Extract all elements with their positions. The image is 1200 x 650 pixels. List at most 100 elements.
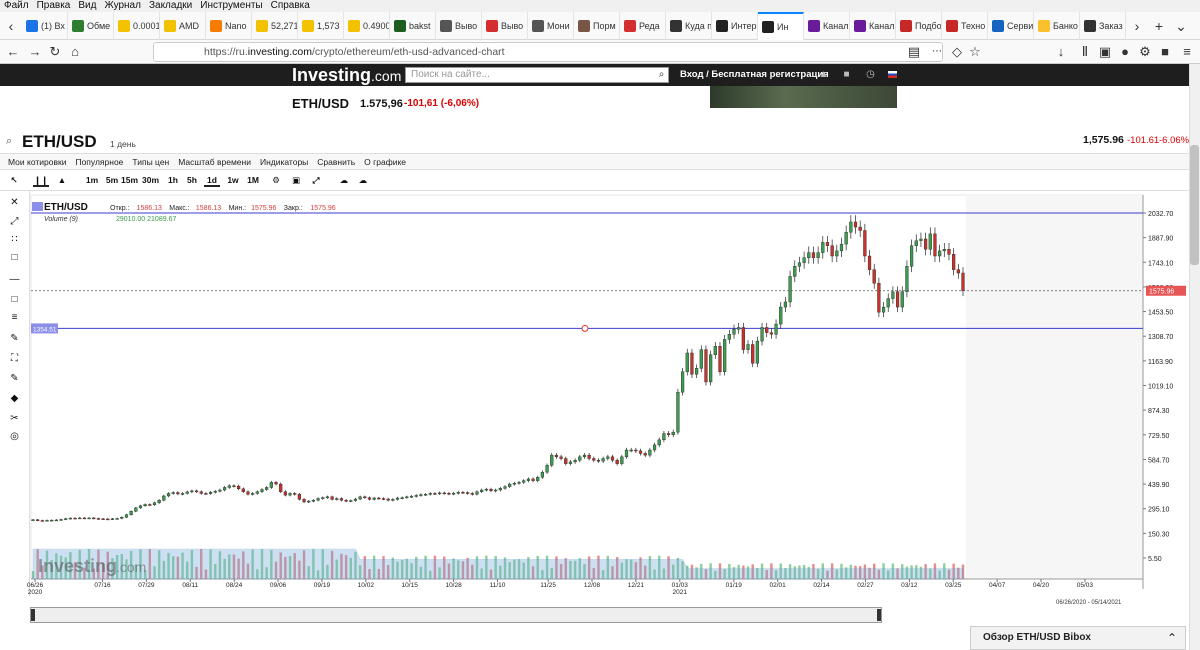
browser-tab[interactable]: Подбо: [896, 11, 942, 40]
browser-tab[interactable]: bakst: [390, 11, 436, 40]
timeframe-button[interactable]: 1d: [204, 173, 220, 187]
chart-menu-item[interactable]: Типы цен: [132, 154, 169, 169]
browser-tab[interactable]: AMD: [160, 11, 206, 40]
timeframe-button[interactable]: 15m: [121, 173, 138, 187]
browser-tab[interactable]: Ин: [758, 11, 804, 40]
clock-icon[interactable]: ◷: [865, 69, 876, 80]
timeframe-button[interactable]: 1m: [84, 173, 100, 187]
browser-tab[interactable]: (1) Вх: [22, 11, 68, 40]
browser-tab[interactable]: Nano: [206, 11, 252, 40]
browser-tab[interactable]: Реда: [620, 11, 666, 40]
browser-tab[interactable]: Мони: [528, 11, 574, 40]
browser-tab[interactable]: 1,573: [298, 11, 344, 40]
browser-tab[interactable]: 52,271: [252, 11, 298, 40]
hamburger-menu-icon[interactable]: ≡: [1178, 43, 1196, 61]
login-link[interactable]: Вход / Бесплатная регистрация: [680, 69, 829, 80]
browser-tab[interactable]: Канал: [804, 11, 850, 40]
menu-item[interactable]: Журнал: [104, 0, 141, 12]
reload-icon[interactable]: ↻: [46, 43, 64, 61]
browser-tab[interactable]: 0.0001: [114, 11, 160, 40]
chart-header: ⌕ ETH/USD 1 день 1,575.96 -101.61 -6.06%: [0, 132, 1200, 154]
cloud-upload-icon[interactable]: ☁: [338, 173, 350, 187]
candles-icon[interactable]: ❙❙: [33, 173, 49, 187]
chart-menu-item[interactable]: Популярное: [75, 154, 123, 169]
ad-image[interactable]: [710, 86, 897, 108]
chevron-up-icon[interactable]: ⌃: [1167, 627, 1177, 649]
browser-tab[interactable]: 0.4900: [344, 11, 390, 40]
chart-menu-item[interactable]: Масштаб времени: [178, 154, 251, 169]
search-icon[interactable]: ⌕: [656, 69, 667, 80]
extension2-icon[interactable]: ■: [1156, 43, 1174, 61]
scroller-handle-left[interactable]: [31, 609, 35, 621]
browser-tab[interactable]: Куда п: [666, 11, 712, 40]
timeframe-button[interactable]: 1M: [245, 173, 261, 187]
chart-menu-item[interactable]: О графике: [364, 154, 406, 169]
timeframe-button[interactable]: 30m: [142, 173, 159, 187]
site-search-input[interactable]: Поиск на сайте...: [405, 67, 669, 83]
timeframe-button[interactable]: 1h: [165, 173, 181, 187]
chart-menu-item[interactable]: Мои котировки: [8, 154, 66, 169]
browser-tab[interactable]: Интер: [712, 11, 758, 40]
timeframe-button[interactable]: 5h: [184, 173, 200, 187]
browser-tab[interactable]: Выво: [482, 11, 528, 40]
account-icon[interactable]: ●: [1116, 43, 1134, 61]
browser-tab[interactable]: Серви: [988, 11, 1034, 40]
symbol-search-icon[interactable]: ⌕: [6, 135, 12, 148]
tab-label: Куда п: [685, 20, 712, 31]
cloud-download-icon[interactable]: ☁: [357, 173, 369, 187]
reader-view-icon[interactable]: ▤: [905, 43, 923, 61]
menu-item[interactable]: Закладки: [149, 0, 192, 12]
timeframe-button[interactable]: 1w: [225, 173, 241, 187]
page-actions-icon[interactable]: ⋯: [928, 43, 946, 61]
bell-icon[interactable]: ▲: [818, 69, 829, 80]
x-tick-label: 12/08: [584, 582, 601, 589]
browser-tab[interactable]: Техно: [942, 11, 988, 40]
price-chart[interactable]: 2032.701887.901743.101598.301453.501308.…: [0, 191, 1189, 606]
camera-icon[interactable]: ▣: [290, 173, 302, 187]
russia-flag-icon[interactable]: [888, 71, 897, 78]
browser-tab[interactable]: Выво: [436, 11, 482, 40]
scroller-handle-right[interactable]: [877, 609, 881, 621]
portfolio-icon[interactable]: ■: [841, 69, 852, 80]
y-tick-label: 1887.90: [1148, 236, 1173, 243]
chart-menu-item[interactable]: Сравнить: [317, 154, 355, 169]
sidebar-icon[interactable]: ▣: [1096, 43, 1114, 61]
bookmark-star-icon[interactable]: ☆: [966, 43, 984, 61]
browser-tab[interactable]: Обме: [68, 11, 114, 40]
pocket-icon[interactable]: ◇: [948, 43, 966, 61]
forward-icon[interactable]: →: [26, 43, 44, 61]
library-icon[interactable]: Ⅱ: [1076, 43, 1094, 61]
menu-item[interactable]: Файл: [4, 0, 29, 12]
area-chart-icon[interactable]: ▲: [56, 173, 68, 187]
browser-tab[interactable]: Заказ: [1080, 11, 1126, 40]
browser-tab[interactable]: Порм: [574, 11, 620, 40]
cursor-icon[interactable]: ↖: [8, 173, 20, 187]
menu-item[interactable]: Справка: [271, 0, 310, 12]
menu-item[interactable]: Вид: [78, 0, 96, 12]
menu-item[interactable]: Инструменты: [200, 0, 262, 12]
site-logo[interactable]: Investing.com: [292, 65, 401, 86]
chart-symbol[interactable]: ETH/USD: [22, 132, 97, 152]
home-icon[interactable]: ⌂: [66, 43, 84, 61]
fullscreen-icon[interactable]: ⤢: [310, 173, 322, 187]
url-input[interactable]: https://ru.investing.com/crypto/ethereum…: [153, 42, 943, 62]
settings-icon[interactable]: ⚙: [270, 173, 282, 187]
browser-tab[interactable]: Банко: [1034, 11, 1080, 40]
tabs-forward-icon[interactable]: ›: [1126, 12, 1148, 40]
tab-list-icon[interactable]: ⌄: [1170, 12, 1192, 40]
browser-tab[interactable]: Канал: [850, 11, 896, 40]
timeframe-button[interactable]: 5m: [104, 173, 120, 187]
bibox-overview-panel[interactable]: Обзор ETH/USD Bibox ⌃: [970, 626, 1186, 650]
extension-icon[interactable]: ⚙: [1136, 43, 1154, 61]
x-tick-label: 06/26: [27, 582, 44, 589]
download-icon[interactable]: ↓: [1052, 43, 1070, 61]
candle-body: [587, 454, 591, 459]
chart-scroller[interactable]: [30, 607, 882, 623]
menu-item[interactable]: Правка: [37, 0, 71, 12]
chart-menu-item[interactable]: Индикаторы: [260, 154, 308, 169]
back-icon[interactable]: ←: [4, 43, 22, 61]
new-tab-icon[interactable]: +: [1148, 12, 1170, 40]
candle-body: [559, 456, 563, 459]
tabs-back-icon[interactable]: ‹: [0, 12, 22, 40]
page-scrollbar-thumb[interactable]: [1190, 145, 1199, 265]
